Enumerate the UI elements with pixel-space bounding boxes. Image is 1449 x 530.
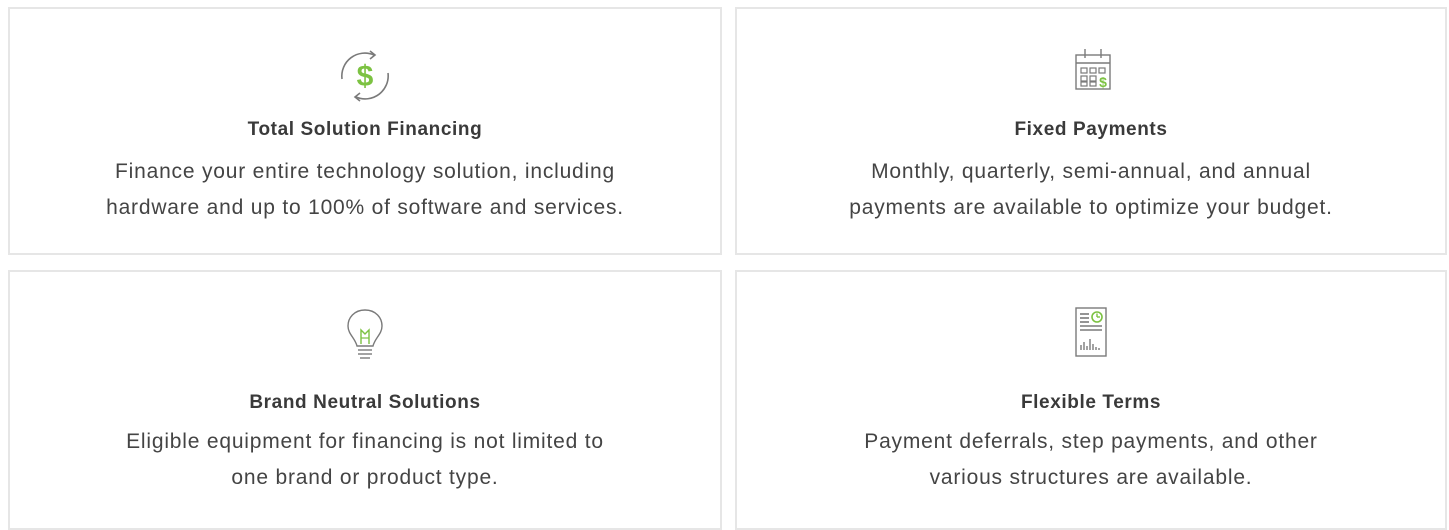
calendar-dollar-icon: $ <box>1056 41 1126 111</box>
report-chart-icon <box>1056 298 1126 368</box>
card-description: Finance your entire technology solution,… <box>50 154 680 226</box>
feature-card-fixed-payments: $ Fixed Payments Monthly, quarterly, sem… <box>735 7 1447 255</box>
card-description-line: one brand or product type. <box>231 466 499 489</box>
card-description: Eligible equipment for financing is not … <box>50 424 680 496</box>
svg-text:$: $ <box>1099 74 1107 90</box>
card-description: Payment deferrals, step payments, and ot… <box>777 424 1405 496</box>
card-description-line: various structures are available. <box>929 466 1253 489</box>
card-description-line: Eligible equipment for financing is not … <box>126 430 604 453</box>
feature-card-flexible-terms: Flexible Terms Payment deferrals, step p… <box>735 270 1447 530</box>
card-title: Fixed Payments <box>1014 119 1168 140</box>
card-title: Flexible Terms <box>1020 392 1162 413</box>
dollar-cycle-icon: $ <box>330 41 400 111</box>
card-description: Monthly, quarterly, semi-annual, and ann… <box>777 154 1405 226</box>
feature-card-brand-neutral-solutions: Brand Neutral Solutions Eligible equipme… <box>8 270 722 530</box>
lightbulb-icon <box>330 298 400 368</box>
card-description-line: Finance your entire technology solution,… <box>115 160 615 183</box>
card-title: Total Solution Financing <box>247 119 483 140</box>
card-description-line: Payment deferrals, step payments, and ot… <box>864 430 1318 453</box>
card-description-line: Monthly, quarterly, semi-annual, and ann… <box>871 160 1311 183</box>
card-title: Brand Neutral Solutions <box>249 392 481 413</box>
feature-grid: $ Total Solution Financing Finance your … <box>8 7 1447 530</box>
card-description-line: hardware and up to 100% of software and … <box>106 196 624 219</box>
feature-card-total-solution-financing: $ Total Solution Financing Finance your … <box>8 7 722 255</box>
card-description-line: payments are available to optimize your … <box>849 196 1333 219</box>
svg-text:$: $ <box>357 60 374 93</box>
